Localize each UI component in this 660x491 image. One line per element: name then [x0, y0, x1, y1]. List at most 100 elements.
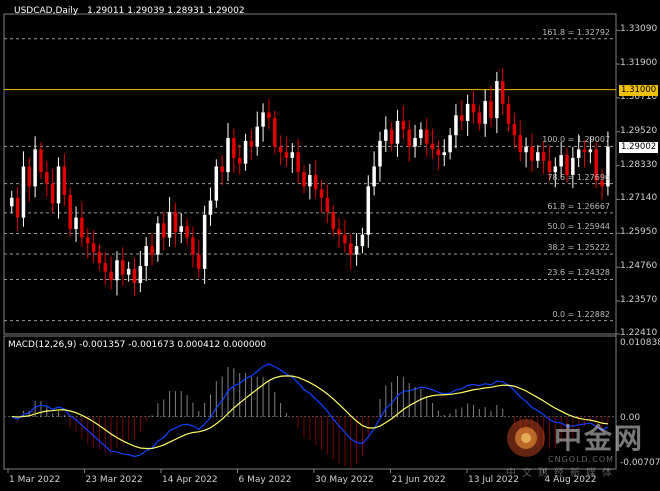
candle-bear [62, 166, 67, 195]
candle-bull [559, 155, 563, 167]
candle-bull [588, 149, 593, 153]
candle-bull [156, 223, 160, 255]
candle-bear [249, 140, 254, 147]
candle-bull [465, 103, 470, 121]
ohlc-readout: 1.29011 1.29039 1.28931 1.29002 [87, 6, 245, 16]
candle-bear [132, 268, 137, 284]
candle-bull [179, 226, 184, 232]
candle-bull [419, 129, 423, 139]
candle-bull [454, 115, 458, 136]
candle-bear [80, 217, 84, 238]
candle-bull [208, 200, 213, 215]
candle-bear [343, 234, 347, 244]
candle-bear [237, 157, 242, 164]
price-axis-label: 1.29520 [620, 125, 658, 136]
candle-bear [530, 146, 534, 161]
candle-bear [424, 129, 429, 144]
date-axis-label: 6 May 2022 [238, 475, 292, 485]
candle-bear [296, 152, 300, 173]
candle-bear [173, 211, 178, 232]
logo-icon [507, 419, 545, 457]
candle-bull [395, 120, 400, 144]
candle-bear [91, 243, 96, 252]
candle-bear [161, 223, 166, 238]
candle-bear [273, 118, 277, 147]
candle-bear [232, 138, 236, 158]
candle-bear [430, 143, 435, 150]
candle-bull [56, 166, 61, 204]
price-axis-label: 1.33090 [620, 24, 658, 35]
candle-bear [407, 129, 411, 147]
price-axis-label: 1.22410 [620, 328, 658, 338]
candle-bear [39, 149, 43, 173]
price-axis-label: 1.23570 [620, 295, 658, 305]
fibonacci-level-label: 61.8 = 1.26667 [547, 201, 610, 211]
price-axis-label: 1.25950 [620, 227, 658, 238]
candle-bull [202, 214, 207, 269]
level-price-tag: 1.31000 [619, 85, 659, 96]
candle-bear [547, 160, 552, 173]
candle-bull [243, 140, 248, 164]
candle-bear [401, 120, 406, 130]
candle-bear [15, 197, 20, 218]
candle-bull [576, 149, 581, 158]
fibonacci-level-label: 0.0 = 1.22882 [552, 309, 610, 319]
candle-bull [524, 146, 528, 153]
watermark: 中金网 CNGOLD.COM 中文财经新媒体 [504, 414, 654, 479]
watermark-url: CNGOLD.COM [548, 455, 615, 464]
candle-bear [68, 194, 72, 230]
candle-bear [325, 197, 330, 212]
candle-bull [10, 197, 14, 207]
candle-bear [331, 211, 335, 230]
candle-bear [500, 81, 505, 104]
candle-bear [121, 260, 125, 275]
date-axis-label: 23 Mar 2022 [85, 475, 143, 485]
date-axis-label: 21 Jun 2022 [391, 475, 446, 485]
candle-bear [541, 152, 546, 161]
candle-bear [477, 112, 482, 124]
candle-bull [126, 268, 131, 275]
candle-bull [115, 260, 119, 281]
candle-bull [448, 135, 452, 153]
candle-bear [337, 229, 341, 235]
candle-bear [103, 263, 108, 272]
candle-bear [319, 189, 324, 198]
candle-bear [582, 149, 587, 153]
candle-bear [512, 123, 517, 136]
candle-bear [471, 103, 476, 113]
fibonacci-level-label: 38.2 = 1.25222 [547, 243, 610, 252]
candle-bull [372, 166, 376, 187]
date-axis-label: 1 Mar 2022 [9, 475, 61, 485]
candle-bear [302, 172, 306, 187]
price-axis-label: 1.28330 [620, 159, 658, 170]
candle-bull [495, 81, 499, 119]
candle-bear [506, 103, 511, 124]
candle-bull [226, 138, 230, 173]
fibonacci-level-label: 50.0 = 1.25944 [547, 222, 610, 232]
candle-bull [553, 166, 558, 173]
candle-bear [436, 149, 441, 156]
candle-bull [354, 246, 359, 255]
candle-bull [360, 234, 365, 247]
candle-bear [109, 271, 113, 281]
candle-bear [267, 112, 271, 119]
fibonacci-level-label: 161.8 = 1.32792 [542, 27, 610, 37]
candlestick-series [10, 68, 610, 297]
symbol-label: USDCAD,Daily [14, 6, 79, 16]
fibonacci-level-label: 100.0 = 1.29007 [542, 135, 610, 145]
watermark-subtitle: 中文财经新媒体 [506, 468, 618, 479]
price-axis-label: 1.31900 [620, 58, 658, 69]
candle-bull [384, 129, 388, 141]
candle-bull [138, 266, 143, 284]
candle-bear [185, 226, 189, 238]
price-panel [3, 13, 620, 470]
candle-bear [278, 146, 283, 153]
candle-bear [85, 237, 90, 244]
candle-bear [284, 152, 289, 158]
chart-title: USDCAD,Daily 1.29011 1.29039 1.28931 1.2… [14, 6, 245, 16]
candle-bear [348, 243, 353, 255]
candle-bull [378, 140, 382, 167]
fibonacci-level-label: 23.6 = 1.24328 [547, 268, 610, 278]
candle-bull [413, 138, 417, 147]
candle-bear [97, 251, 102, 264]
